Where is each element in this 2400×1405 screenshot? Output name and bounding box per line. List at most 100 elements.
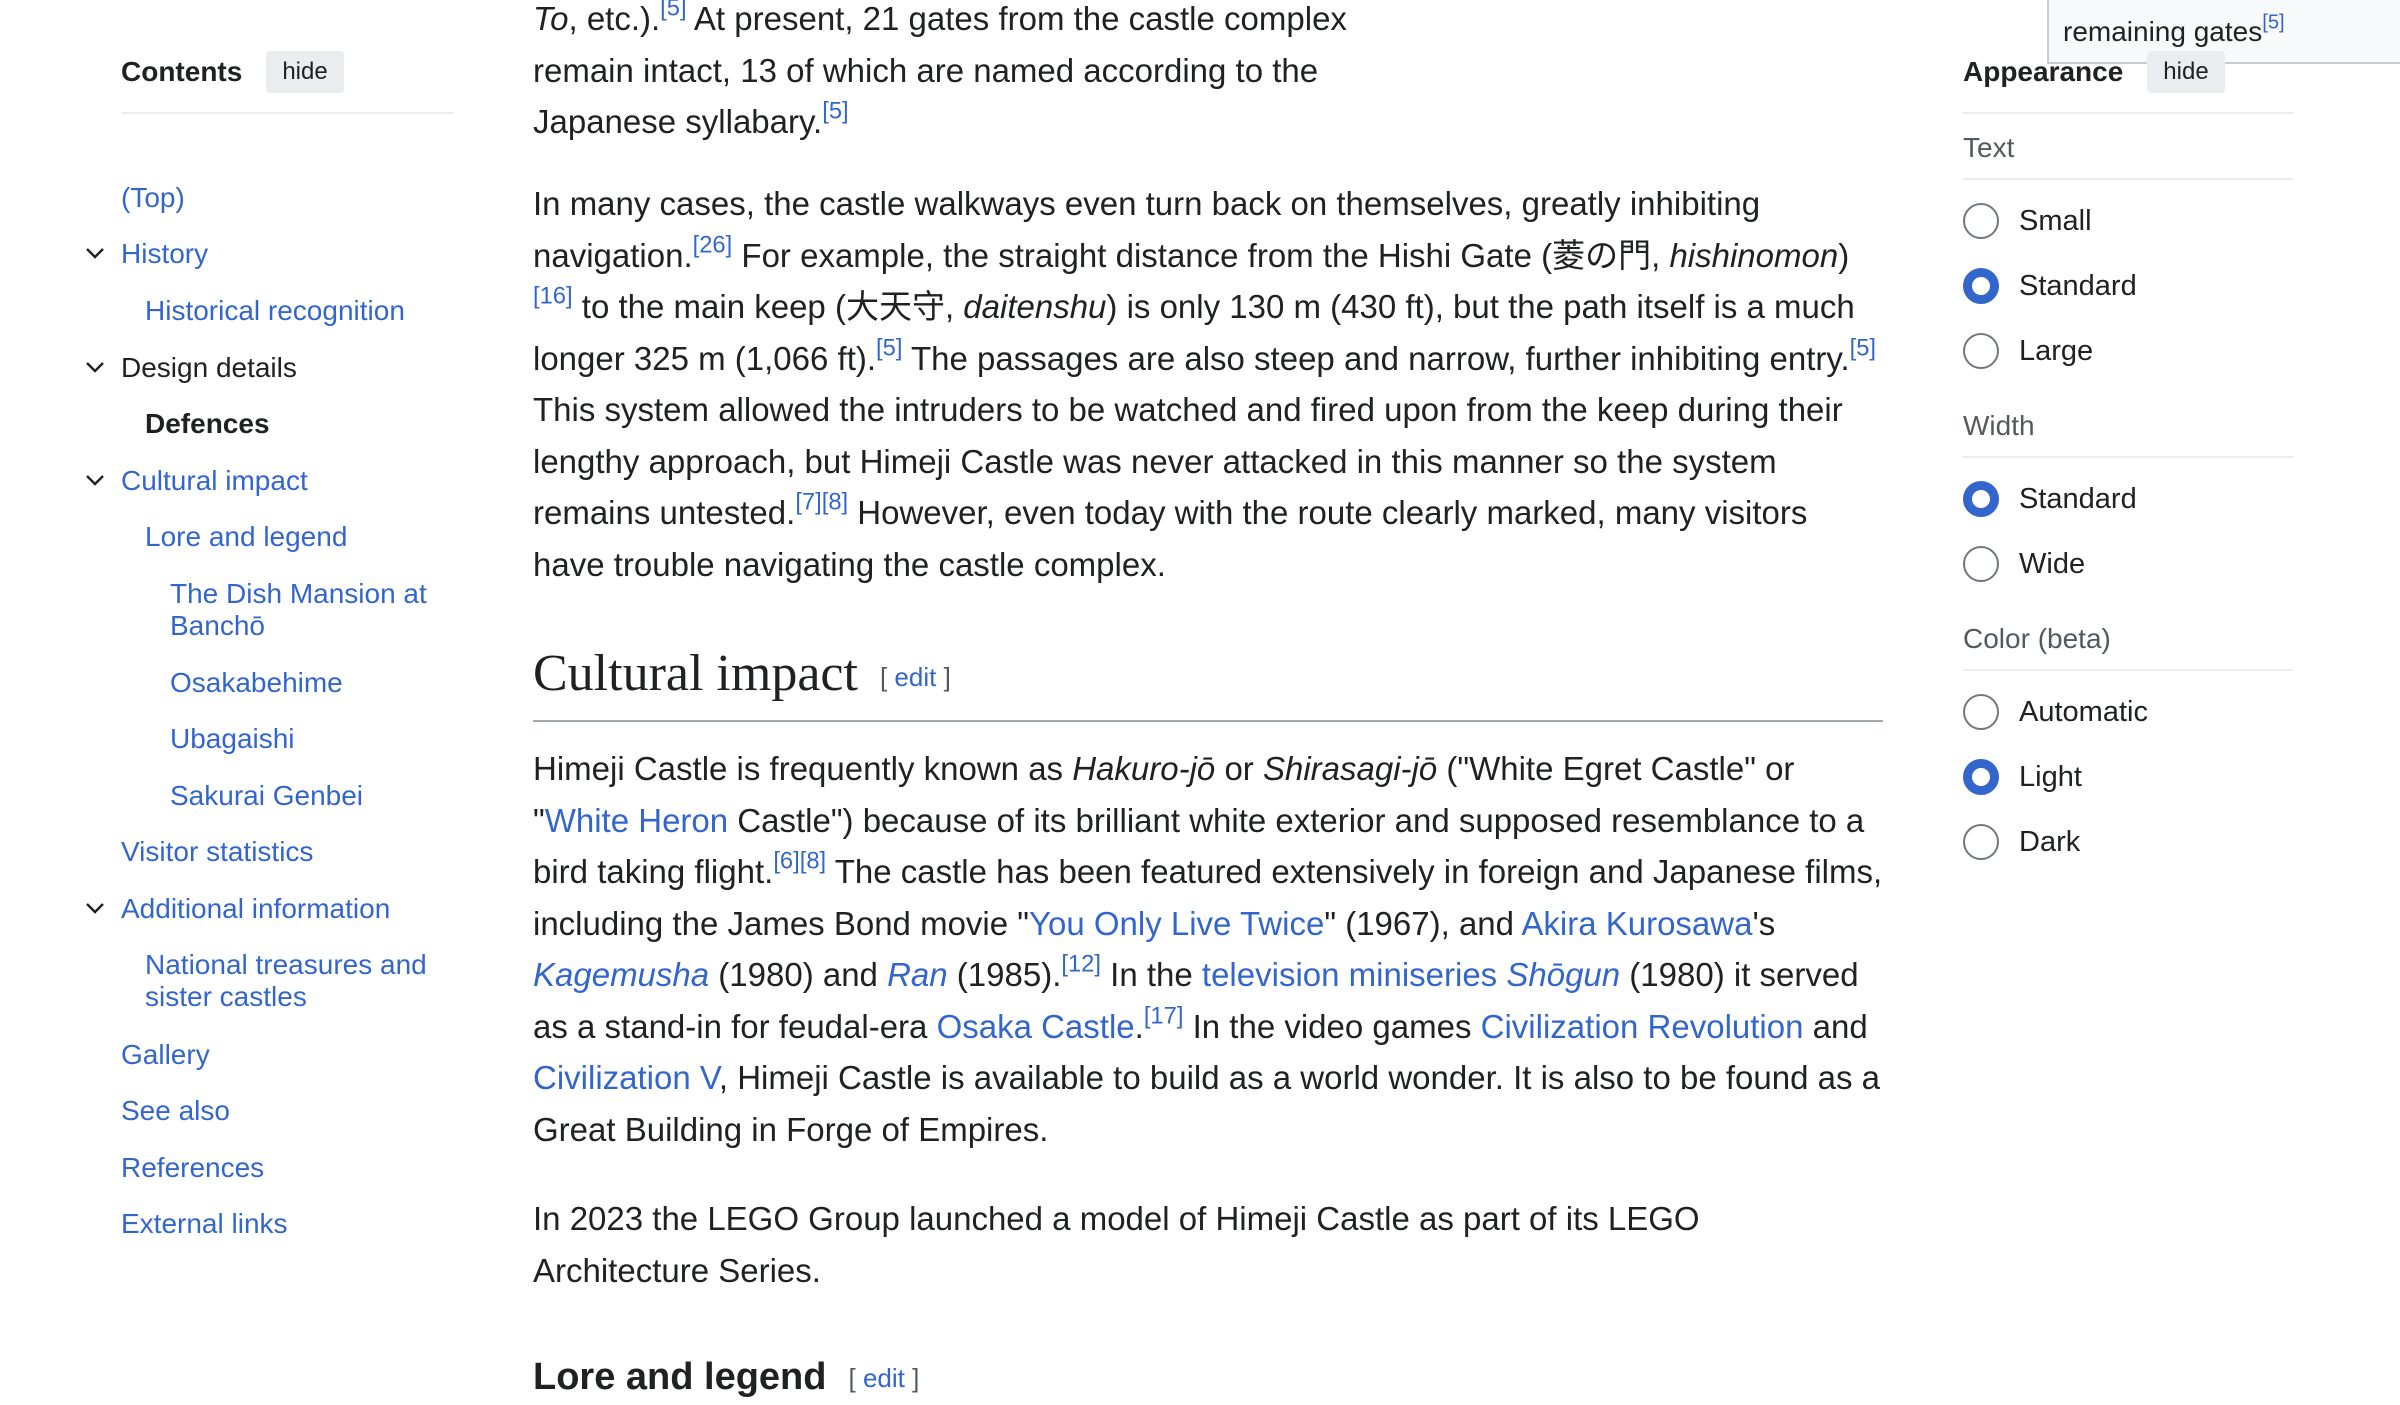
text: , etc.).: [568, 0, 661, 37]
radio-button[interactable]: [1963, 759, 1999, 795]
text: television miniseries: [1201, 956, 1507, 993]
bracket: [: [848, 1363, 856, 1394]
radio-color-dark[interactable]: Dark: [1963, 824, 2080, 860]
article-link[interactable]: Civilization V: [533, 1059, 719, 1096]
chevron-down-icon[interactable]: [83, 241, 107, 265]
paragraph-lego: In 2023 the LEGO Group launched a model …: [533, 1200, 1700, 1289]
toc-item-defences[interactable]: Defences: [145, 408, 270, 440]
section-title: Lore and legend: [533, 1356, 827, 1398]
toc-item-additional-information[interactable]: Additional information: [121, 893, 390, 925]
text: Shōgun: [1506, 956, 1621, 993]
radio-text-standard[interactable]: Standard: [1963, 268, 2137, 304]
toc-header: Contents hide: [121, 48, 453, 114]
bracket: ]: [943, 662, 951, 693]
text: and: [1803, 1007, 1868, 1045]
bracket: ]: [912, 1363, 920, 1394]
toc-item-gallery[interactable]: Gallery: [121, 1039, 210, 1071]
text: Shirasagi-jō: [1262, 750, 1438, 787]
toc-item-visitor-statistics[interactable]: Visitor statistics: [121, 836, 313, 868]
article-link[interactable]: White Heron: [545, 802, 728, 839]
text: , Himeji Castle is available to build as…: [533, 1059, 1880, 1148]
article-link[interactable]: television miniseries Shōgun: [1202, 956, 1620, 993]
reference-link[interactable]: [8]: [822, 488, 848, 515]
radio-button[interactable]: [1963, 824, 1999, 860]
option-label: Wide: [2019, 547, 2086, 580]
article-link[interactable]: You Only Live Twice: [1029, 905, 1324, 942]
toc-item-top[interactable]: (Top): [121, 182, 185, 214]
radio-button[interactable]: [1963, 268, 1999, 304]
article-link[interactable]: Akira Kurosawa: [1521, 905, 1752, 942]
radio-button[interactable]: [1963, 481, 1999, 517]
option-label: Light: [2019, 760, 2082, 793]
heading-lore-and-legend: Lore and legend [ edit ]: [533, 1352, 919, 1405]
article-link[interactable]: Kagemusha: [533, 956, 709, 993]
reference-link[interactable]: [5]: [876, 334, 902, 361]
option-label: Standard: [2019, 482, 2137, 515]
chevron-down-icon[interactable]: [83, 355, 107, 379]
reference-link[interactable]: [8]: [800, 847, 826, 874]
toc-title: Contents: [121, 56, 243, 87]
toc-item-lore-and-legend[interactable]: Lore and legend: [145, 521, 347, 553]
text: To: [533, 0, 569, 37]
toc-item-references[interactable]: References: [121, 1152, 264, 1184]
toc-item-cultural-impact[interactable]: Cultural impact: [121, 465, 308, 497]
toc-item-ubagaishi[interactable]: Ubagaishi: [170, 723, 295, 755]
appearance-hide-button[interactable]: hide: [2147, 51, 2225, 93]
toc-item-see-also[interactable]: See also: [121, 1095, 230, 1127]
reference-link[interactable]: [6]: [773, 847, 799, 874]
toc-item-sakurai-genbei[interactable]: Sakurai Genbei: [170, 780, 363, 812]
reference-link[interactable]: [5]: [660, 0, 686, 21]
toc-item-dish-mansion[interactable]: The Dish Mansion at Banchō: [170, 578, 450, 642]
bracket: [: [879, 662, 888, 693]
appearance-panel: Appearance hide Text Small Standard Larg…: [1963, 48, 2293, 860]
reference-link[interactable]: [5]: [2262, 12, 2284, 34]
reference-link[interactable]: [5]: [822, 97, 848, 124]
toc-item-history[interactable]: History: [121, 238, 208, 270]
toc-item-national-treasures[interactable]: National treasures and sister castles: [145, 949, 445, 1013]
reference-link[interactable]: [16]: [533, 282, 573, 309]
option-label: Dark: [2019, 825, 2081, 858]
text: (1980) and: [709, 956, 888, 993]
reference-link[interactable]: [5]: [1850, 334, 1876, 361]
reference-link[interactable]: [12]: [1061, 950, 1101, 977]
radio-button[interactable]: [1963, 546, 1999, 582]
edit-section: [ edit ]: [848, 1363, 919, 1393]
toc-hide-button[interactable]: hide: [266, 51, 344, 93]
radio-width-wide[interactable]: Wide: [1963, 546, 2085, 582]
radio-width-standard[interactable]: Standard: [1963, 481, 2137, 517]
chevron-down-icon[interactable]: [83, 896, 107, 920]
text: In the video games: [1183, 1007, 1481, 1045]
text: The passages are also steep and narrow, …: [902, 339, 1850, 377]
radio-button[interactable]: [1963, 333, 1999, 369]
edit-link[interactable]: edit: [894, 662, 936, 692]
toc-item-external-links[interactable]: External links: [121, 1208, 288, 1240]
heading-cultural-impact: Cultural impact [ edit ]: [533, 648, 1883, 722]
reference-link[interactable]: [17]: [1144, 1002, 1184, 1029]
article-link[interactable]: Civilization Revolution: [1481, 1008, 1804, 1045]
article-link[interactable]: Osaka Castle: [937, 1008, 1135, 1045]
article-link[interactable]: Ran: [887, 956, 948, 993]
radio-text-large[interactable]: Large: [1963, 333, 2093, 369]
reference-link[interactable]: [26]: [693, 231, 733, 258]
chevron-down-icon[interactable]: [83, 468, 107, 492]
text: Himeji Castle is frequently known as: [533, 750, 1073, 787]
toc-item-osakabehime[interactable]: Osakabehime: [170, 667, 343, 699]
radio-button[interactable]: [1963, 694, 1999, 730]
radio-color-automatic[interactable]: Automatic: [1963, 694, 2148, 730]
text: or: [1215, 750, 1263, 787]
radio-button[interactable]: [1963, 203, 1999, 239]
option-label: Standard: [2019, 269, 2137, 302]
text: ): [1838, 236, 1850, 274]
text: 's: [1752, 904, 1776, 942]
text: Hakuro-jō: [1072, 750, 1216, 787]
toc-item-design-details[interactable]: Design details: [121, 352, 297, 384]
table-of-contents: Contents hide (Top) History Historical r…: [86, 48, 453, 1239]
text: For example, the straight distance from …: [732, 236, 1670, 274]
toc-item-historical-recognition[interactable]: Historical recognition: [145, 295, 405, 327]
radio-color-light[interactable]: Light: [1963, 759, 2082, 795]
edit-link[interactable]: edit: [863, 1363, 905, 1393]
radio-text-small[interactable]: Small: [1963, 203, 2092, 239]
text: daitenshu: [963, 288, 1107, 325]
reference-link[interactable]: [7]: [795, 488, 821, 515]
paragraph-gates: To, etc.).[5] At present, 21 gates from …: [533, 0, 1433, 148]
